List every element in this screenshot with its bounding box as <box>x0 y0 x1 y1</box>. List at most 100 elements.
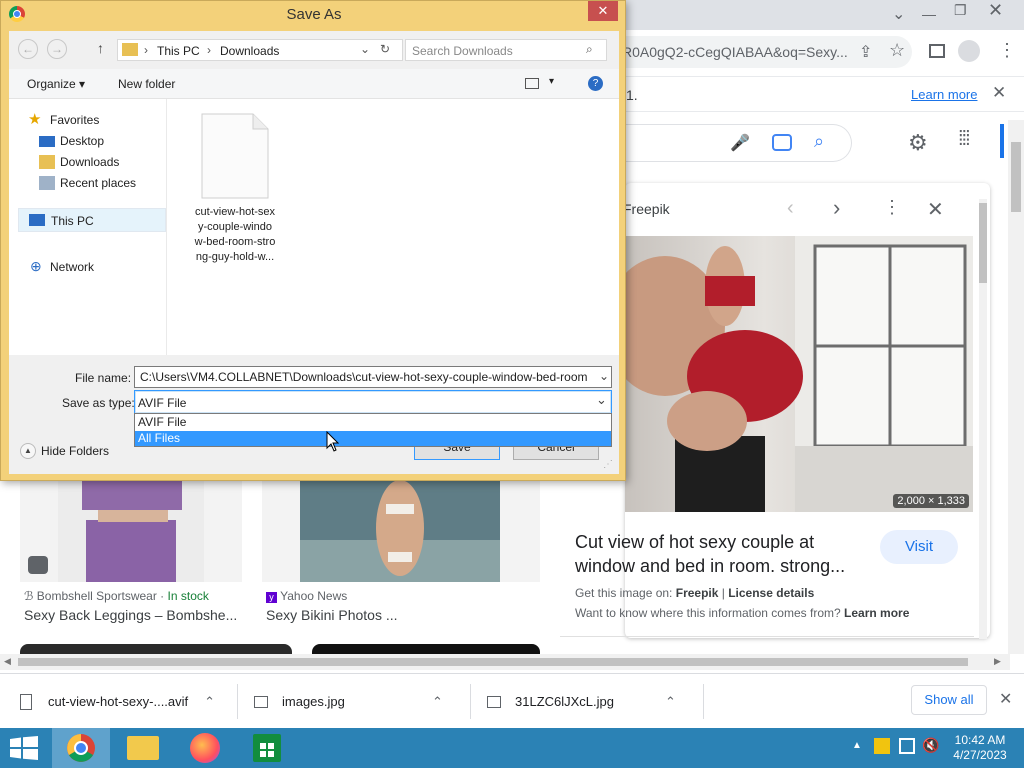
hide-folders-toggle[interactable]: ▲ Hide Folders <box>18 441 118 461</box>
microphone-icon[interactable]: 🎤 <box>730 133 750 153</box>
chevron-up-icon[interactable]: ⌃ <box>432 694 443 710</box>
breadcrumb-downloads[interactable]: Downloads <box>220 44 279 58</box>
menu-dots-icon[interactable]: ⋮ <box>998 40 1016 61</box>
close-downloads-icon[interactable]: ✕ <box>999 689 1012 709</box>
google-search-box[interactable]: 🎤 ⌕ <box>620 124 852 162</box>
infobar-learn-more-link[interactable]: Learn more <box>911 87 977 102</box>
flag-icon[interactable] <box>874 738 890 754</box>
info-bar: 1. Learn more ✕ <box>620 76 1024 112</box>
dialog-close-button[interactable]: ✕ <box>588 1 618 21</box>
close-window-icon[interactable]: ✕ <box>988 0 1003 21</box>
chrome-taskbar-icon[interactable] <box>52 728 110 768</box>
main-preview-image[interactable]: 2,000 × 1,333 <box>625 236 973 512</box>
show-all-button[interactable]: Show all <box>911 685 987 715</box>
file-explorer-taskbar-icon[interactable] <box>127 736 159 760</box>
refresh-icon[interactable]: ↻ <box>380 42 390 56</box>
chevron-up-icon[interactable]: ⌃ <box>204 694 215 710</box>
file-name-input[interactable]: C:\Users\VM4.COLLABNET\Downloads\cut-vie… <box>134 366 612 388</box>
close-infobar-icon[interactable]: ✕ <box>992 83 1006 103</box>
chevron-down-icon[interactable]: ⌄ <box>596 392 607 408</box>
up-arrow-icon[interactable]: ↑ <box>97 40 104 56</box>
chevron-down-icon[interactable]: ⌄ <box>597 369 610 383</box>
page-vertical-scrollbar[interactable] <box>1008 120 1024 654</box>
scrollbar-thumb[interactable] <box>18 658 968 666</box>
info-learn-more-link[interactable]: Learn more <box>844 606 909 620</box>
chevron-down-icon[interactable]: ⌄ <box>892 4 905 24</box>
view-options-icon[interactable] <box>525 78 539 89</box>
get-image-source-link[interactable]: Freepik <box>676 586 719 600</box>
preview-title[interactable]: Cut view of hot sexy couple at window an… <box>575 530 875 578</box>
download-item[interactable]: 31LZC6lJXcL.jpg ⌃ <box>487 674 692 729</box>
nav-network[interactable]: Network <box>50 260 94 274</box>
result-title[interactable]: Sexy Bikini Photos ... <box>266 607 398 623</box>
download-item[interactable]: cut-view-hot-sexy-....avif ⌃ <box>20 674 230 729</box>
camera-lens-icon[interactable] <box>772 134 792 151</box>
search-icon[interactable]: ⌕ <box>586 42 593 57</box>
search-icon[interactable]: ⌕ <box>814 131 824 152</box>
save-as-type-select[interactable]: AVIF File ⌄ <box>134 390 612 414</box>
taskbar: ▲ 🔇 10:42 AM 4/27/2023 <box>0 728 1024 768</box>
nav-favorites[interactable]: Favorites <box>50 113 99 127</box>
chevron-up-icon[interactable]: ⌃ <box>665 694 676 710</box>
new-folder-button[interactable]: New folder <box>118 77 175 91</box>
resize-grip-icon[interactable]: ⋰ <box>603 459 613 470</box>
pane-divider[interactable] <box>166 99 167 355</box>
nav-this-pc: This PC <box>51 214 94 228</box>
collapse-up-icon: ▲ <box>20 443 36 459</box>
minimize-icon[interactable]: — <box>922 6 936 22</box>
firefox-taskbar-icon[interactable] <box>190 733 220 763</box>
star-icon: ★ <box>28 111 42 128</box>
share-icon[interactable]: ⇪ <box>859 42 872 62</box>
file-item[interactable]: cut-view-hot-sex y-couple-windo w-bed-ro… <box>185 109 285 264</box>
windows-start-icon[interactable] <box>10 736 38 760</box>
result-thumbnail-bikini[interactable] <box>262 480 540 582</box>
scrollbar-thumb[interactable] <box>1011 142 1021 212</box>
downloads-bar: cut-view-hot-sexy-....avif ⌃ images.jpg … <box>0 673 1024 728</box>
side-panel-icon[interactable] <box>929 44 945 58</box>
close-preview-icon[interactable]: ✕ <box>927 197 944 222</box>
nav-desktop[interactable]: Desktop <box>60 134 104 148</box>
clock[interactable]: 10:42 AM 4/27/2023 <box>950 733 1010 763</box>
nav-recent-places[interactable]: Recent places <box>60 176 136 190</box>
restore-icon[interactable]: ❐ <box>954 2 967 19</box>
preview-scrollbar-thumb[interactable] <box>979 203 987 283</box>
forward-arrow-icon[interactable]: → <box>47 39 67 59</box>
result-title[interactable]: Sexy Back Leggings – Bombshe... <box>24 607 237 623</box>
image-file-icon <box>254 695 268 708</box>
license-details-link[interactable]: License details <box>728 586 814 600</box>
scroll-left-icon[interactable]: ◀ <box>4 656 11 667</box>
dropdown-option[interactable]: AVIF File <box>135 415 611 430</box>
help-icon[interactable]: ? <box>588 76 603 91</box>
view-chevron-icon[interactable]: ▾ <box>549 76 554 87</box>
more-options-icon[interactable]: ⋮ <box>883 197 901 218</box>
back-arrow-icon[interactable]: ← <box>18 39 38 59</box>
breadcrumb-separator-icon: › <box>144 43 148 57</box>
next-arrow-icon[interactable]: › <box>833 195 840 221</box>
search-field[interactable]: Search Downloads ⌕ <box>405 39 607 61</box>
download-item[interactable]: images.jpg ⌃ <box>254 674 459 729</box>
bookmark-star-icon[interactable]: ☆ <box>889 40 905 61</box>
profile-avatar-icon[interactable] <box>958 40 980 62</box>
download-filename: cut-view-hot-sexy-....avif <box>48 694 189 709</box>
result-thumbnail-leggings[interactable] <box>20 480 242 582</box>
chevron-down-icon[interactable]: ⌄ <box>360 42 370 56</box>
breadcrumb-this-pc[interactable]: This PC <box>157 44 200 58</box>
settings-gear-icon[interactable]: ⚙ <box>908 130 928 156</box>
breadcrumb-separator-icon: › <box>207 43 211 57</box>
scroll-right-icon[interactable]: ▶ <box>994 656 1001 667</box>
visit-button[interactable]: Visit <box>880 530 958 564</box>
organize-menu[interactable]: Organize ▾ <box>27 77 85 91</box>
mouse-cursor-icon <box>326 431 340 452</box>
page-horizontal-scrollbar[interactable]: ◀ ▶ <box>0 654 1010 670</box>
clock-time: 10:42 AM <box>954 733 1006 747</box>
nav-downloads[interactable]: Downloads <box>60 155 119 169</box>
tray-up-arrow-icon[interactable]: ▲ <box>852 740 862 751</box>
dropdown-option-selected[interactable]: All Files <box>135 431 611 446</box>
nav-this-pc-row[interactable]: This PC <box>18 208 166 232</box>
address-breadcrumb[interactable]: › This PC › Downloads ⌄ ↻ <box>117 39 403 61</box>
network-icon[interactable] <box>899 738 915 754</box>
apps-grid-icon[interactable]: ⁞⁞⁞ <box>958 128 971 151</box>
store-taskbar-icon[interactable] <box>253 734 281 762</box>
prev-arrow-icon[interactable]: ‹ <box>787 197 794 220</box>
volume-muted-icon[interactable]: 🔇 <box>922 737 939 754</box>
